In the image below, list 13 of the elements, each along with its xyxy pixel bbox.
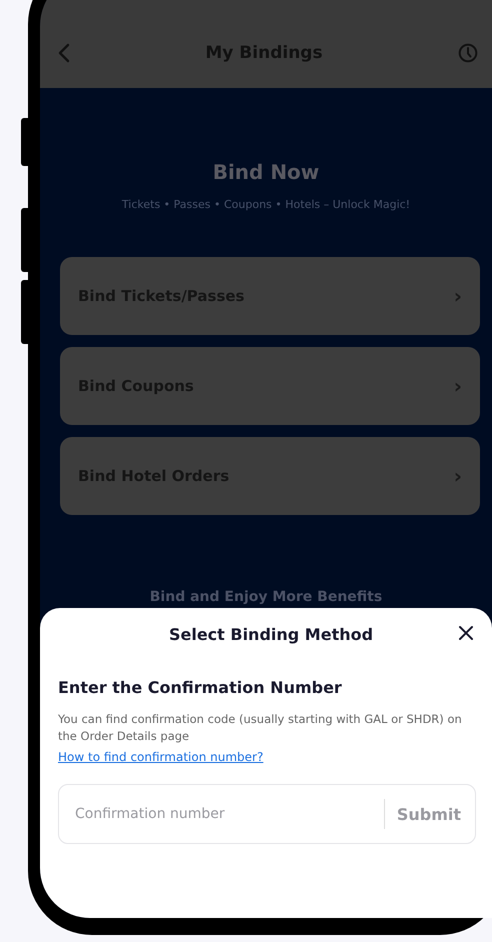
help-link[interactable]: How to find confirmation number?: [58, 750, 264, 764]
section-heading: Enter the Confirmation Number: [58, 678, 343, 697]
confirmation-number-field[interactable]: Confirmation number Submit: [58, 784, 476, 844]
hero-subtitle: Tickets • Passes • Coupons • Hotels – Unlock Magic!: [122, 198, 410, 211]
submit-button[interactable]: Submit: [396, 804, 461, 824]
clock-icon: [458, 43, 478, 63]
hero-title: Bind Now: [212, 160, 320, 184]
back-icon: [58, 43, 70, 63]
benefits-heading: Bind and Enjoy More Benefits: [150, 589, 382, 605]
close-button[interactable]: [458, 625, 474, 641]
sheet-title: Select Binding Method: [168, 624, 374, 644]
description-text: You can find confirmation code (usually starting with GAL or SHDR) on the Order Details page: [58, 711, 463, 745]
close-icon: [458, 625, 474, 641]
